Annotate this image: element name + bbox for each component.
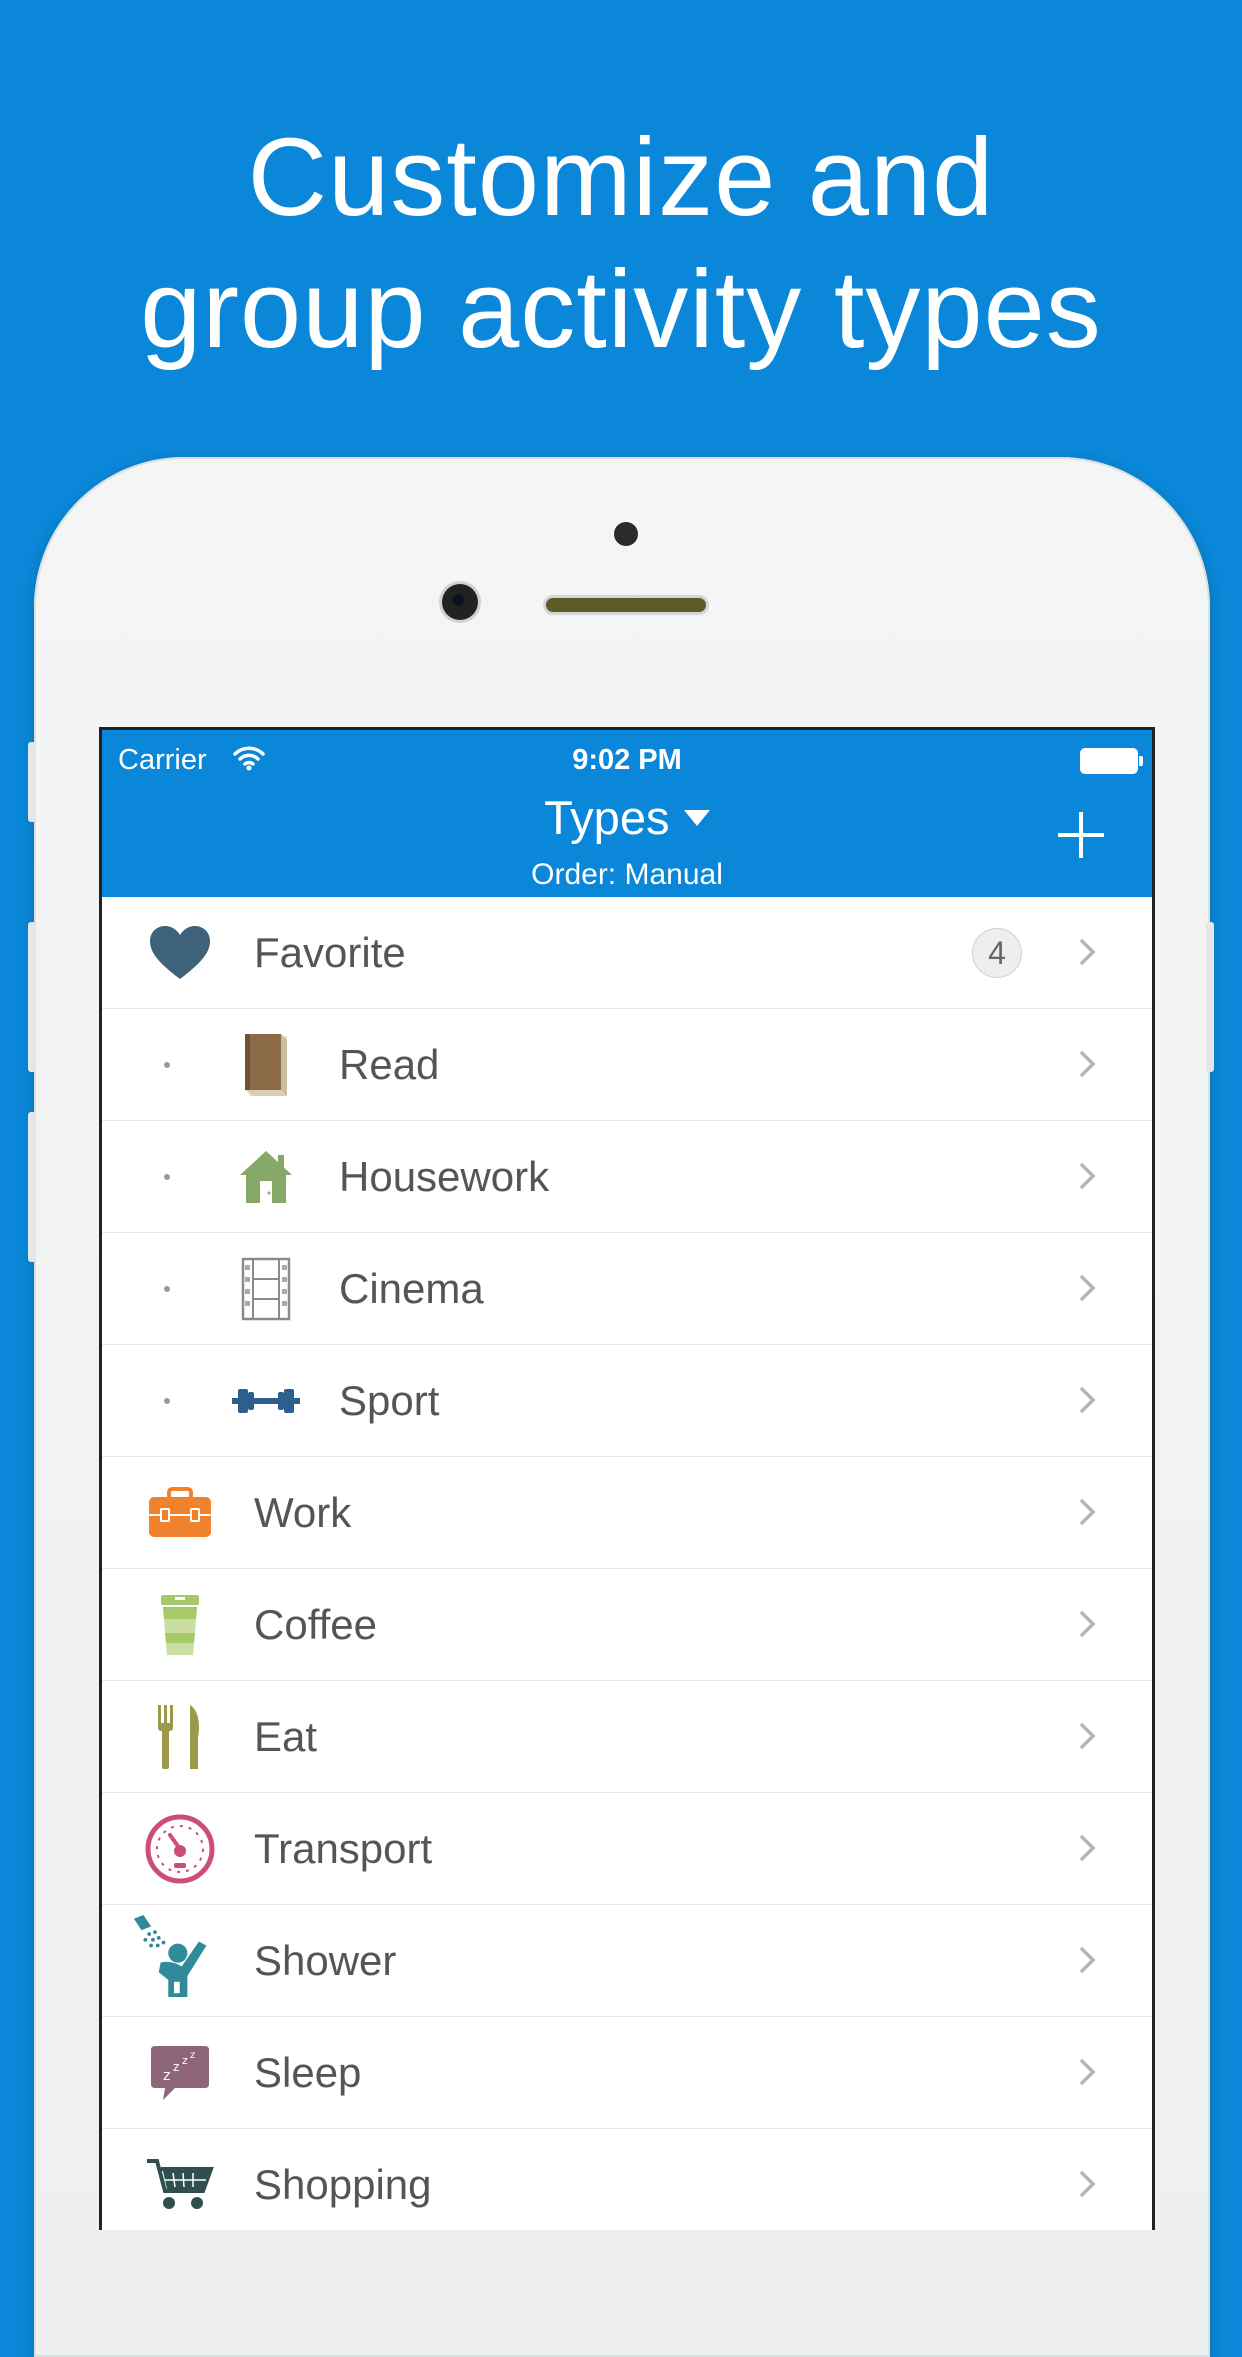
coffee-cup-icon [144, 1589, 216, 1661]
speedometer-icon [144, 1813, 216, 1885]
chevron-right-icon [1079, 1834, 1096, 1862]
chevron-right-icon [1079, 1050, 1096, 1078]
group-bullet [164, 1286, 170, 1292]
headline-line-1: Customize and [247, 116, 995, 239]
chevron-right-icon [1079, 1386, 1096, 1414]
list-item-label: Housework [339, 1153, 550, 1200]
list-item-label: Sleep [254, 2049, 362, 2096]
film-icon [230, 1253, 302, 1325]
heart-icon [144, 917, 216, 989]
list-item-sleep[interactable]: z z z z Sleep [102, 2017, 1152, 2129]
group-bullet [164, 1398, 170, 1404]
proximity-sensor [614, 522, 638, 546]
book-icon [230, 1029, 302, 1101]
group-bullet [164, 1062, 170, 1068]
svg-text:z: z [173, 2060, 179, 2074]
toolbox-icon [144, 1477, 216, 1549]
svg-text:z: z [163, 2068, 170, 2084]
chevron-right-icon [1079, 2170, 1096, 2198]
side-button-mute [28, 742, 36, 822]
headline-line-2: group activity types [140, 248, 1102, 371]
title-dropdown[interactable]: Types [102, 790, 1152, 845]
list-item-coffee[interactable]: Coffee [102, 1569, 1152, 1681]
earpiece-speaker [546, 598, 706, 612]
list-item-label: Favorite [254, 929, 406, 976]
caret-down-icon [683, 809, 710, 826]
list-item-label: Shopping [254, 2161, 432, 2208]
order-subtitle: Order: Manual [531, 858, 723, 891]
list-item-label: Read [339, 1041, 440, 1088]
shower-icon [133, 1914, 216, 1998]
list-item-cinema[interactable]: Cinema [102, 1233, 1152, 1345]
list-item-label: Eat [254, 1713, 318, 1760]
status-time: 9:02 PM [572, 744, 682, 776]
group-bullet [164, 1174, 170, 1180]
plus-icon[interactable] [1058, 812, 1104, 858]
side-button-volume-up [28, 922, 36, 1072]
chevron-right-icon [1079, 2058, 1096, 2086]
chevron-right-icon [1079, 1722, 1096, 1750]
list-item-shopping[interactable]: Shopping [102, 2129, 1152, 2230]
list-item-sport[interactable]: Sport [102, 1345, 1152, 1457]
list-item-transport[interactable]: Transport [102, 1793, 1152, 1905]
chevron-right-icon [1079, 1162, 1096, 1190]
count-badge: 4 [972, 928, 1022, 978]
shopping-cart-icon [144, 2149, 216, 2221]
dumbbell-icon [230, 1365, 302, 1437]
svg-text:z: z [182, 2054, 188, 2067]
chevron-right-icon [1079, 1610, 1096, 1638]
fork-knife-icon [144, 1701, 216, 1773]
list-item-work[interactable]: Work [102, 1457, 1152, 1569]
side-button-volume-down [28, 1112, 36, 1262]
list-item-label: Transport [254, 1825, 433, 1872]
battery-icon [1080, 748, 1143, 774]
list-item-favorite[interactable]: Favorite 4 [102, 897, 1152, 1009]
list-item-label: Coffee [254, 1601, 377, 1648]
front-camera [442, 584, 478, 620]
navigation-bar: Carrier 9:02 PM Types Order: Manual [102, 730, 1152, 897]
list-item-eat[interactable]: Eat [102, 1681, 1152, 1793]
list-item-read[interactable]: Read [102, 1009, 1152, 1121]
house-icon [230, 1141, 302, 1213]
nav-title: Types [544, 791, 670, 844]
types-list: Favorite 4 Read Housework Cinema Sport W… [102, 897, 1152, 2230]
list-item-housework[interactable]: Housework [102, 1121, 1152, 1233]
list-item-shower[interactable]: Shower [102, 1905, 1152, 2017]
chevron-right-icon [1079, 938, 1096, 966]
sleep-bubble-icon: z z z z [144, 2037, 216, 2109]
list-item-label: Cinema [339, 1265, 484, 1312]
list-item-label: Shower [254, 1937, 397, 1984]
chevron-right-icon [1079, 1498, 1096, 1526]
svg-text:z: z [190, 2050, 195, 2061]
side-button-power [1206, 922, 1214, 1072]
headline: Customize and group activity types [0, 112, 1242, 376]
chevron-right-icon [1079, 1274, 1096, 1302]
phone-screen: Carrier 9:02 PM Types Order: Manual Favo… [99, 727, 1155, 2230]
list-item-label: Work [254, 1489, 352, 1536]
list-item-label: Sport [339, 1377, 440, 1424]
chevron-right-icon [1079, 1946, 1096, 1974]
